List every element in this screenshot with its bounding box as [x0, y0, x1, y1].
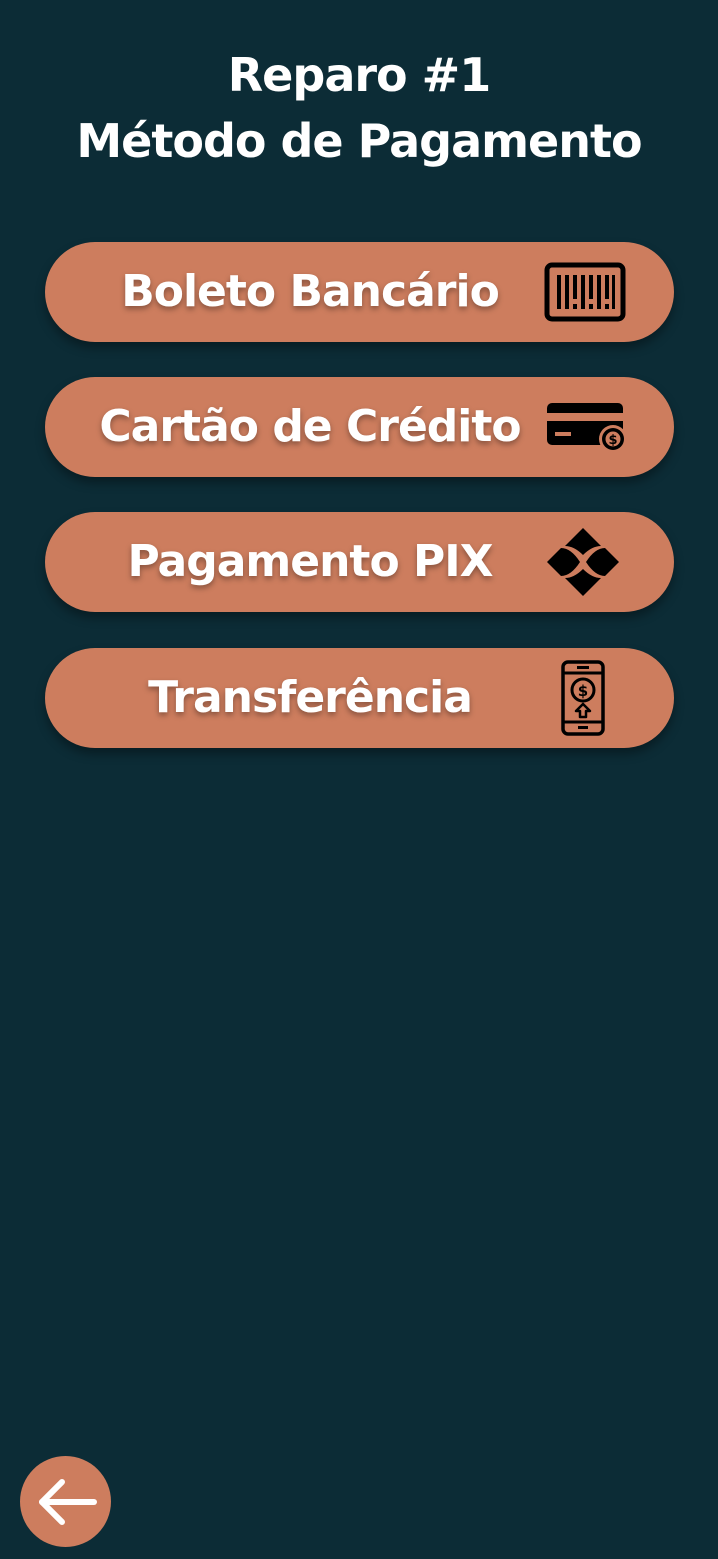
pix-option-button[interactable]: Pagamento PIX	[45, 512, 674, 612]
page-title: Reparo #1	[227, 48, 491, 102]
svg-text:$: $	[608, 433, 617, 448]
transfer-option-button[interactable]: Transferência $	[45, 648, 674, 748]
phone-transfer-icon: $	[533, 648, 633, 748]
boleto-option-button[interactable]: Boleto Bancário	[45, 242, 674, 342]
back-button[interactable]	[20, 1456, 111, 1547]
option-label: Pagamento PIX	[127, 536, 493, 587]
page-header: Reparo #1 Método de Pagamento	[0, 42, 718, 174]
option-label: Cartão de Crédito	[99, 401, 521, 452]
pix-icon	[533, 512, 633, 612]
svg-text:$: $	[578, 682, 588, 700]
credit-card-icon: $	[537, 377, 637, 477]
credit-card-option-button[interactable]: Cartão de Crédito $	[45, 377, 674, 477]
arrow-left-icon	[34, 1476, 98, 1528]
option-label: Transferência	[148, 672, 473, 723]
option-label: Boleto Bancário	[121, 266, 500, 317]
barcode-icon	[535, 242, 635, 342]
page-subtitle: Método de Pagamento	[76, 114, 642, 168]
